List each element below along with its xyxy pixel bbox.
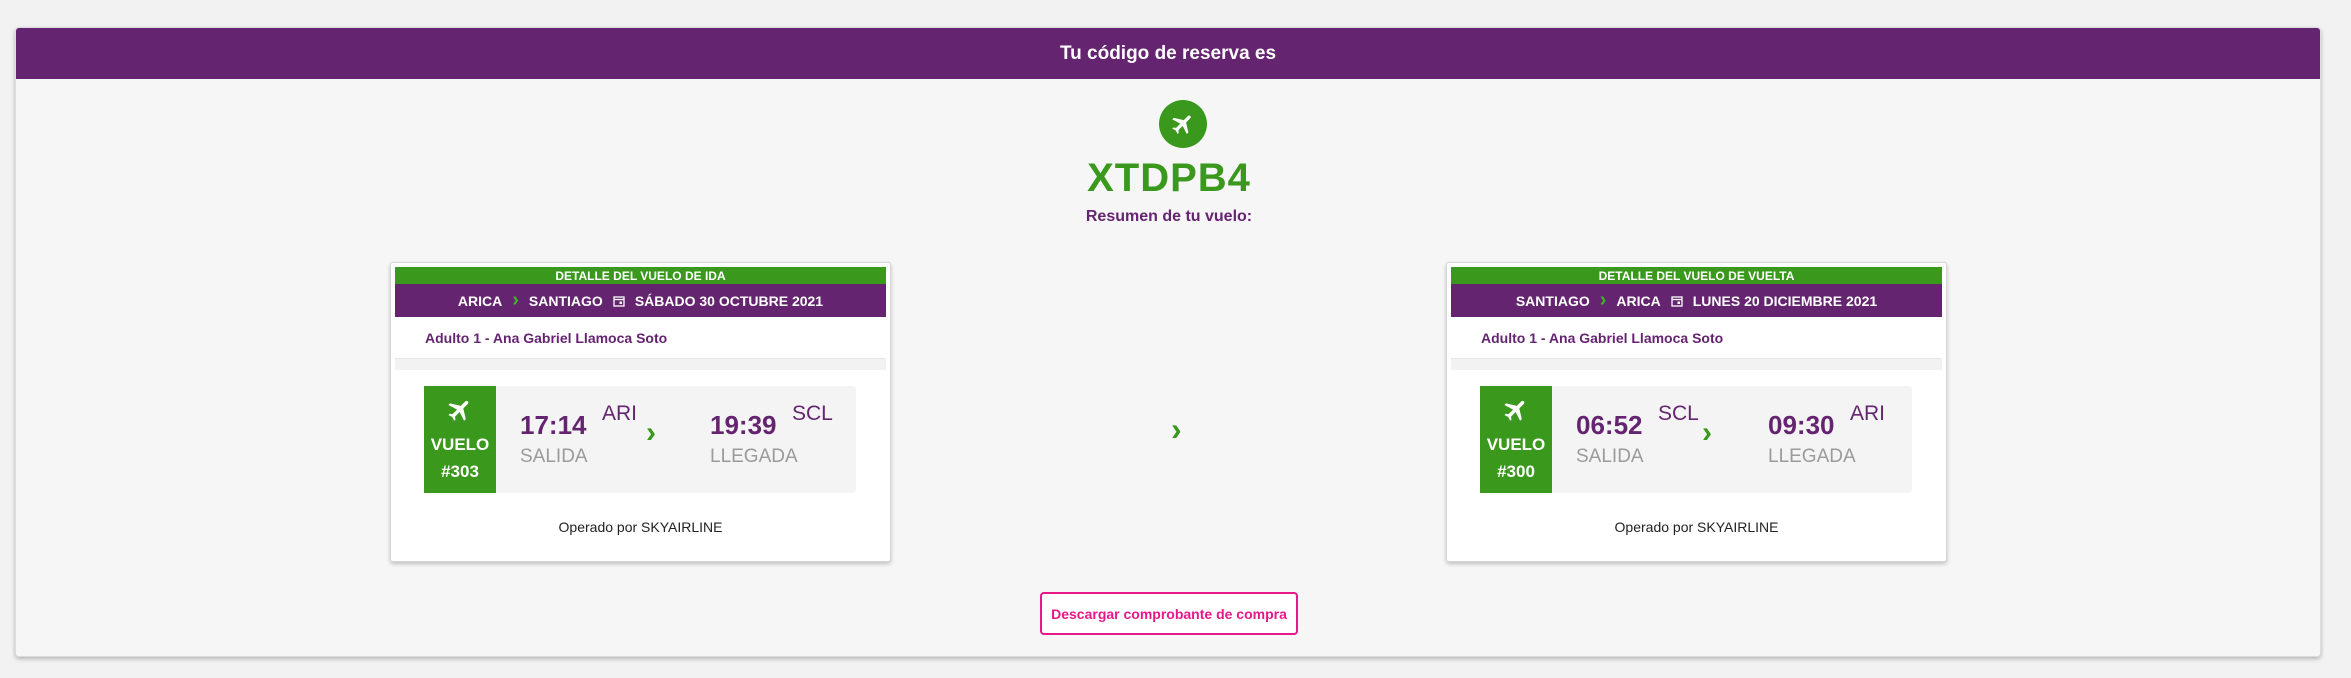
departure-code: SCL — [1658, 402, 1699, 425]
return-card-title: Detalle del vuelo de vuelta — [1451, 267, 1942, 284]
departure-time: 06:52 — [1576, 410, 1643, 440]
calendar-icon — [613, 295, 625, 307]
outbound-destination: SANTIAGO — [528, 292, 603, 309]
outbound-passenger: Adulto 1 - Ana Gabriel Llamoca Soto — [395, 317, 886, 359]
chevron-right-icon: › — [646, 416, 656, 449]
outbound-origin: ARICA — [457, 292, 503, 309]
operated-by: Operado por SKYAIRLINE — [1614, 519, 1779, 535]
return-route: SANTIAGO › ARICA LUNES 20 DICIEMBRE 2021 — [1451, 284, 1942, 317]
panel-header: Tu código de reserva es — [16, 28, 2320, 79]
arrival-code: ARI — [1850, 402, 1886, 425]
chevron-right-icon: › — [1599, 289, 1607, 311]
plane-icon — [448, 400, 469, 421]
chevron-right-icon: › — [1702, 416, 1712, 449]
panel-title: Tu código de reserva es — [1059, 42, 1277, 64]
flight-number: #300 — [1497, 462, 1535, 481]
return-flight-box: VUELO #300 06:52 SCL SALIDA › 09:30 ARI … — [1480, 386, 1912, 493]
departure-label: SALIDA — [520, 446, 588, 467]
arrival-code: SCL — [792, 402, 833, 425]
flight-label: VUELO — [1486, 435, 1546, 454]
flight-label: VUELO — [430, 435, 490, 454]
outbound-flight-card: Detalle del vuelo de ida ARICA › SANTIAG… — [390, 262, 891, 562]
summary-label: Resumen de tu vuelo: — [1085, 208, 1253, 225]
plane-icon — [1159, 100, 1207, 148]
return-flight-card: Detalle del vuelo de vuelta SANTIAGO › A… — [1446, 262, 1947, 562]
flight-number: #303 — [441, 462, 479, 481]
return-destination: ARICA — [1616, 292, 1661, 309]
chevron-right-icon: › — [1171, 411, 1182, 447]
return-origin: SANTIAGO — [1515, 292, 1590, 309]
reservation-panel: Tu código de reserva es XTDPB4 Resumen d… — [15, 27, 2321, 657]
arrival-label: LLEGADA — [710, 446, 798, 467]
card-divider — [1451, 359, 1942, 370]
chevron-right-icon: › — [512, 289, 519, 311]
return-passenger: Adulto 1 - Ana Gabriel Llamoca Soto — [1451, 317, 1942, 359]
download-receipt-button[interactable]: Descargar comprobante de compra — [1040, 592, 1298, 635]
outbound-route: ARICA › SANTIAGO SÁBADO 30 OCTUBRE 2021 — [395, 284, 886, 317]
departure-code: ARI — [602, 402, 638, 425]
outbound-flight-box: VUELO #303 17:14 ARI SALIDA › 19:39 SCL … — [424, 386, 856, 493]
arrival-time: 09:30 — [1768, 410, 1835, 440]
arrival-label: LLEGADA — [1768, 446, 1856, 467]
return-flight-badge: VUELO #300 — [1480, 386, 1552, 493]
outbound-flight-badge: VUELO #303 — [424, 386, 496, 493]
departure-label: SALIDA — [1576, 446, 1644, 467]
reservation-code: XTDPB4 — [1087, 156, 1251, 200]
arrival-time: 19:39 — [710, 410, 777, 440]
plane-icon — [1504, 400, 1525, 421]
card-divider — [395, 359, 886, 370]
calendar-icon — [1671, 295, 1683, 307]
departure-time: 17:14 — [520, 410, 587, 440]
outbound-date: SÁBADO 30 OCTUBRE 2021 — [634, 292, 824, 309]
return-date: LUNES 20 DICIEMBRE 2021 — [1692, 292, 1878, 309]
outbound-card-title: Detalle del vuelo de ida — [395, 267, 886, 284]
operated-by: Operado por SKYAIRLINE — [558, 519, 723, 535]
